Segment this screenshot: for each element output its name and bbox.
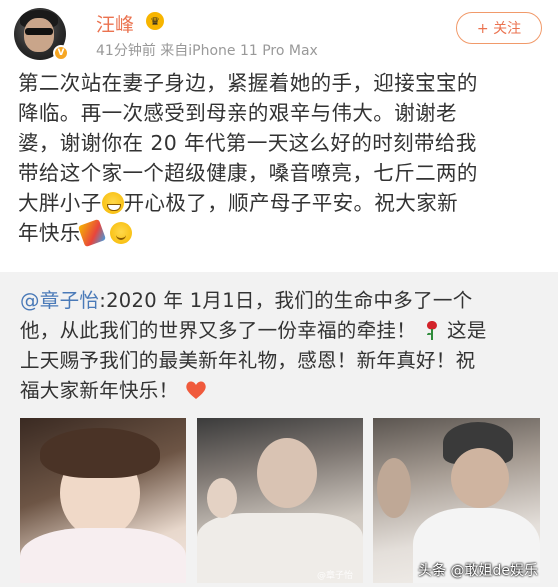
mention-link[interactable]: @章子怡 [20,289,99,312]
photo-clothes-shape [20,528,186,583]
rose-icon [426,321,437,340]
heart-icon [186,381,206,399]
source-watermark-text: 头条 @敢姐de娱乐 [418,563,538,579]
photo-hair-shape [40,428,160,478]
grin-emoji-icon [101,192,124,214]
repost-line-text: :2020 年 1月1日，我们的生命中多了一个 [99,289,473,312]
follow-button[interactable]: + 关注 [456,12,542,44]
post-text: 第二次站在妻子身边，紧握着她的手，迎接宝宝的 降临。再一次感受到母亲的艰辛与伟大… [18,68,544,248]
post-line-text: 年快乐 [18,221,81,245]
post-line: 大胖小子 开心极了，顺产母子平安。祝大家新 [18,188,544,218]
post-line: 降临。再一次感受到母亲的艰辛与伟大。谢谢老 [18,101,457,125]
post-line: 带给这个家一个超级健康，嗓音嘹亮，七斤二两的 [18,161,478,185]
avatar-glasses [25,28,53,35]
repost-line: 他，从此我们的世界又多了一份幸福的牵挂！ 这是 [20,316,542,346]
post-line: 婆，谢谢你在 20 年代第一天这么好的时刻带给我 [18,131,477,155]
member-crown-icon: ♛ [146,12,164,30]
post-header: V 汪峰 ♛ 41分钟前 来自iPhone 11 Pro Max + 关注 [0,0,558,68]
photo-face-shape [257,438,317,508]
post-line: 年快乐 [18,218,544,248]
repost-line: 福大家新年快乐！ [20,376,542,406]
photo-father[interactable] [373,418,540,583]
repost-line: 上天赐予我们的最美新年礼物，感恩！新年真好！祝 [20,349,476,372]
party-popper-emoji-icon [77,218,106,248]
photo-face-shape [451,448,509,508]
repost-line: @章子怡:2020 年 1月1日，我们的生命中多了一个 [20,286,542,316]
post-line-text: 大胖小子 [18,191,102,215]
photo-grid: @章子怡 [20,418,540,583]
photo-watermark: @章子怡 [317,571,354,581]
post-line-text: 开心极了，顺产母子平安。祝大家新 [123,191,459,215]
post-line: 第二次站在妻子身边，紧握着她的手，迎接宝宝的 [18,71,478,95]
username[interactable]: 汪峰 [96,10,134,37]
repost-text: @章子怡:2020 年 1月1日，我们的生命中多了一个 他，从此我们的世界又多了… [20,286,542,406]
repost-line-text: 他，从此我们的世界又多了一份幸福的牵挂！ [20,319,417,342]
avatar-face [24,18,54,52]
photo-girl[interactable] [20,418,186,583]
repost-card[interactable]: @章子怡:2020 年 1月1日，我们的生命中多了一个 他，从此我们的世界又多了… [0,272,558,587]
photo-child-shape [377,458,411,518]
photo-child-shape [207,478,237,518]
repost-line-text: 福大家新年快乐！ [20,379,179,402]
post-meta: 41分钟前 来自iPhone 11 Pro Max [96,43,318,59]
repost-line-text: 这是 [447,319,487,342]
source-watermark: 头条 @敢姐de娱乐 [418,560,538,580]
smile-emoji-icon [109,222,132,244]
photo-hospital[interactable]: @章子怡 [197,418,363,583]
verified-badge-icon: V [53,45,69,61]
